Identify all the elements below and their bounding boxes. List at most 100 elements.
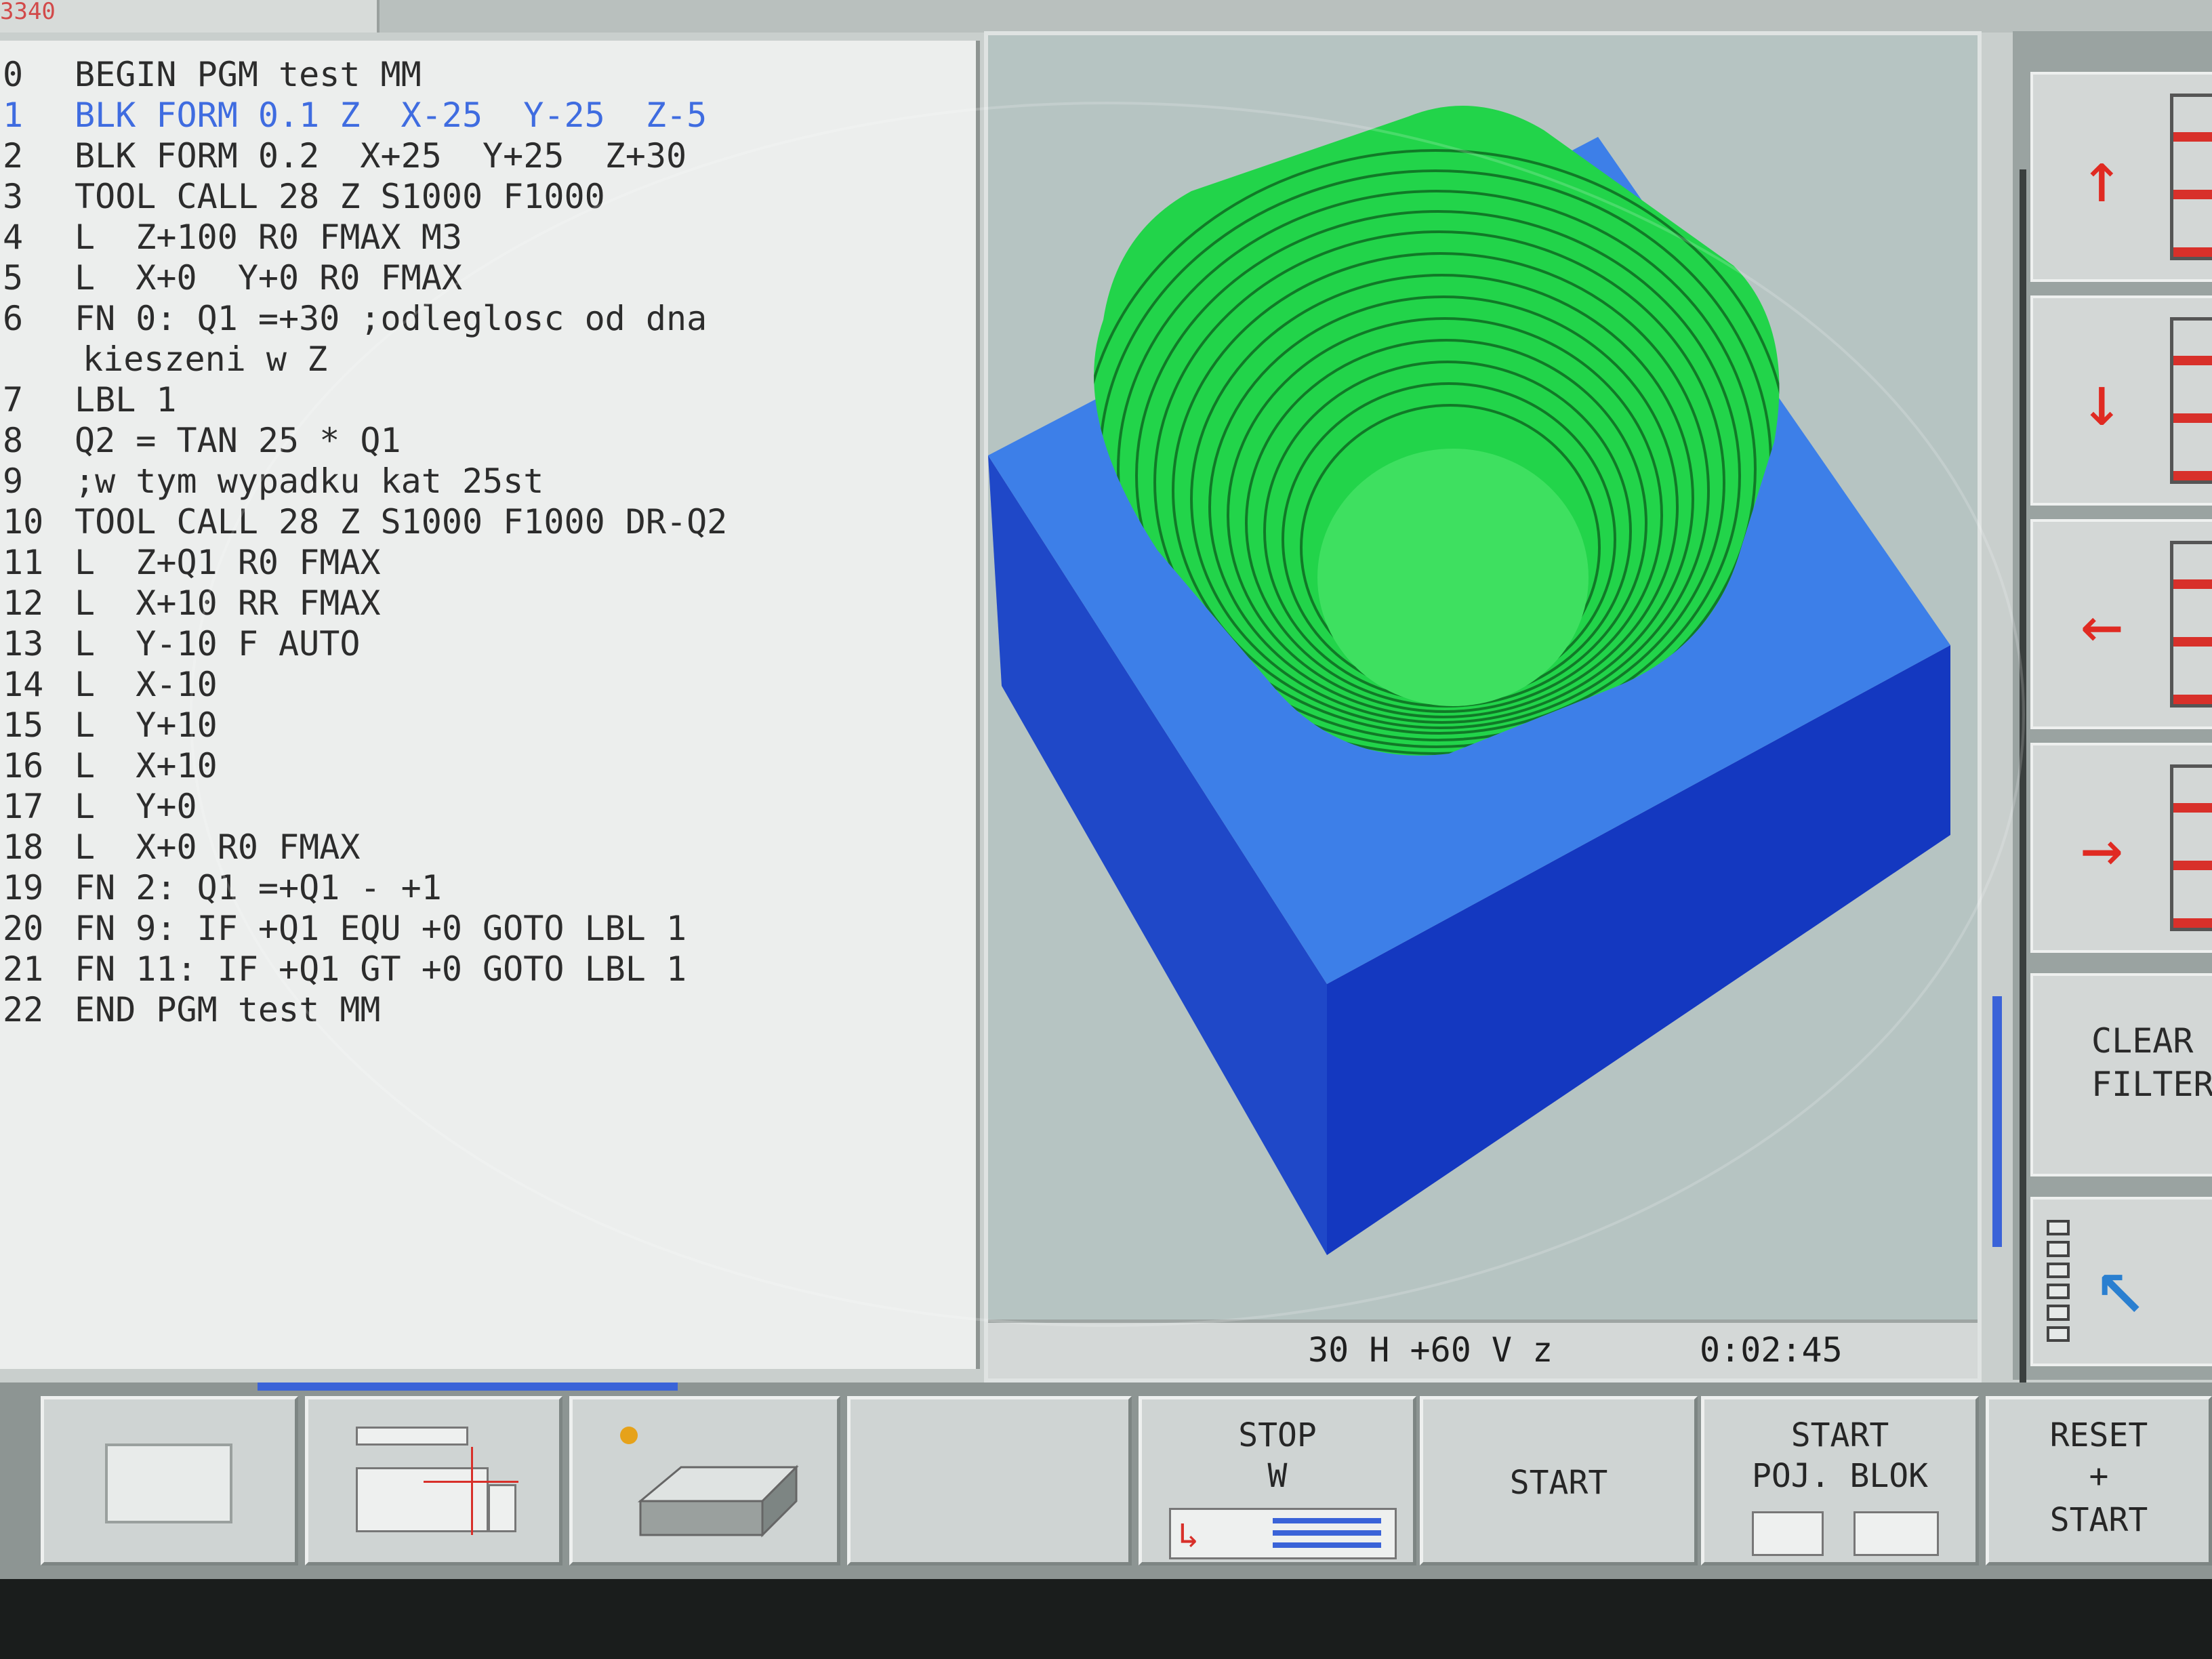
softkey-start[interactable]: START <box>1420 1396 1698 1565</box>
line-code: L X+0 R0 FMAX <box>75 827 361 867</box>
softkey-label: POJ. BLOK <box>1751 1457 1929 1495</box>
blank-window-icon <box>105 1443 232 1523</box>
scroll-indicator <box>1992 996 2002 1247</box>
line-number: 12 <box>3 583 44 623</box>
bottom-softkey-bar: STOP W ↳ START START POJ. BLOK RESET + START <box>0 1382 2212 1579</box>
line-number: 5 <box>3 258 24 298</box>
arrow-right-icon: → <box>2081 806 2123 889</box>
softkey-arrow-left[interactable]: ← <box>2030 519 2212 729</box>
line-number: 0 <box>3 55 24 94</box>
line-code: BEGIN PGM test MM <box>75 55 422 94</box>
single-block-icon <box>1752 1511 1942 1556</box>
line-code: L Y+0 <box>75 787 197 826</box>
line-number: 13 <box>3 624 44 663</box>
graphics-status-bar: 30 H +60 V z 0:02:45 <box>988 1319 1978 1378</box>
line-code: FN 0: Q1 =+30 ;odleglosc od dna <box>75 299 708 338</box>
line-code: L Y+10 <box>75 705 218 745</box>
filter-list-icon <box>2047 1220 2070 1342</box>
softkey-label: START <box>1509 1464 1608 1502</box>
softkey-empty[interactable] <box>847 1396 1132 1565</box>
softkey-plan-view[interactable] <box>305 1396 562 1565</box>
arrow-down-icon: ↓ <box>2081 359 2123 442</box>
line-code: L X-10 <box>75 665 218 704</box>
line-number: 4 <box>3 218 24 257</box>
line-number: 1 <box>3 96 24 135</box>
top-bar: 3340 <box>0 0 2212 33</box>
softkey-label: + <box>2089 1457 2109 1495</box>
line-number: 11 <box>3 543 44 582</box>
line-number: 15 <box>3 705 44 745</box>
softkey-label: CLEAR FILTER <box>2091 1021 2212 1104</box>
workpiece-3d-view <box>988 106 1950 1255</box>
vertical-softkey-bar: ↑ ↓ ← → CLEAR FILTER ↖ <box>2013 31 2212 1380</box>
softkey-3d-view[interactable] <box>569 1396 840 1565</box>
line-number: 22 <box>3 990 44 1029</box>
pocket-floor <box>1317 449 1589 706</box>
line-number: 21 <box>3 949 44 989</box>
line-code: TOOL CALL 28 Z S1000 F1000 DR-Q2 <box>75 502 728 541</box>
top-tab <box>0 0 380 33</box>
softkey-reset[interactable]: RESET + START <box>1986 1396 2212 1565</box>
line-code: LBL 1 <box>75 380 177 419</box>
softkey-label: START <box>1790 1416 1889 1454</box>
line-number: 10 <box>3 502 44 541</box>
3d-view-icon <box>620 1427 810 1549</box>
softkey-label: START <box>2049 1501 2148 1539</box>
line-number: 8 <box>3 421 24 460</box>
plan-view-icon <box>356 1427 518 1535</box>
softkey-clear-filter[interactable]: CLEAR FILTER <box>2030 973 2212 1176</box>
softkey-page-indicator <box>258 1382 678 1391</box>
position-rail-icon <box>2170 94 2212 260</box>
line-number: 20 <box>3 909 44 948</box>
line-code: L X+10 <box>75 746 218 785</box>
corner-text: 3340 <box>0 0 56 25</box>
position-rail-icon <box>2170 317 2212 484</box>
arrow-up-icon: ↑ <box>2081 136 2123 218</box>
view-angles: 30 H +60 V z <box>1308 1330 1553 1370</box>
line-code: FN 9: IF +Q1 EQU +0 GOTO LBL 1 <box>75 909 687 948</box>
line-number: 2 <box>3 136 24 176</box>
line-code: TOOL CALL 28 Z S1000 F1000 <box>75 177 605 216</box>
softkey-start-poj-blok[interactable]: START POJ. BLOK <box>1701 1396 1979 1565</box>
softkey-arrow-down[interactable]: ↓ <box>2030 295 2212 506</box>
line-code: BLK FORM 0.2 X+25 Y+25 Z+30 <box>75 136 687 176</box>
position-rail-icon <box>2170 541 2212 708</box>
line-number: 7 <box>3 380 24 419</box>
line-number: 6 <box>3 299 24 338</box>
softkey-label: W <box>1267 1457 1288 1495</box>
softkey-arrow-up[interactable]: ↑ <box>2030 72 2212 282</box>
pointer-arrow-icon: ↖ <box>2094 1230 2148 1333</box>
position-rail-icon <box>2170 764 2212 931</box>
cnc-screen: 3340 0 BEGIN PGM test MM 1 BLK FORM 0.1 Z X… <box>0 0 2212 1579</box>
softkey-label: RESET <box>2049 1416 2148 1454</box>
line-number: 9 <box>3 462 24 501</box>
softkey-label: STOP <box>1238 1416 1317 1454</box>
line-code: L Z+100 R0 FMAX M3 <box>75 218 462 257</box>
line-code: L Z+Q1 R0 FMAX <box>75 543 381 582</box>
softkey-blank-window[interactable] <box>41 1396 298 1565</box>
line-code: kieszeni w Z <box>83 340 328 379</box>
vertical-divider <box>2020 169 2026 1389</box>
program-listing[interactable]: 0 BEGIN PGM test MM 1 BLK FORM 0.1 Z X-25 Y… <box>0 41 980 1369</box>
line-code: BLK FORM 0.1 Z X-25 Y-25 Z-5 <box>75 96 708 135</box>
machining-time: 0:02:45 <box>1700 1330 1843 1370</box>
line-number: 16 <box>3 746 44 785</box>
stop-program-icon: ↳ <box>1169 1508 1397 1559</box>
line-code: FN 2: Q1 =+Q1 - +1 <box>75 868 442 907</box>
line-code: L X+10 RR FMAX <box>75 583 381 623</box>
softkey-stop-w[interactable]: STOP W ↳ <box>1139 1396 1416 1565</box>
line-number: 17 <box>3 787 44 826</box>
softkey-pointer-arrow[interactable]: ↖ <box>2030 1197 2212 1366</box>
arrow-left-icon: ← <box>2081 583 2123 665</box>
line-code: FN 11: IF +Q1 GT +0 GOTO LBL 1 <box>75 949 687 989</box>
line-number: 19 <box>3 868 44 907</box>
line-number: 3 <box>3 177 24 216</box>
simulation-graphics-panel: 30 H +60 V z 0:02:45 <box>984 31 1982 1382</box>
line-code: ;w tym wypadku kat 25st <box>75 462 544 501</box>
line-code: END PGM test MM <box>75 990 381 1029</box>
line-number: 14 <box>3 665 44 704</box>
line-number: 18 <box>3 827 44 867</box>
softkey-arrow-right[interactable]: → <box>2030 743 2212 953</box>
line-code: Q2 = TAN 25 * Q1 <box>75 421 401 460</box>
line-code: L X+0 Y+0 R0 FMAX <box>75 258 462 298</box>
